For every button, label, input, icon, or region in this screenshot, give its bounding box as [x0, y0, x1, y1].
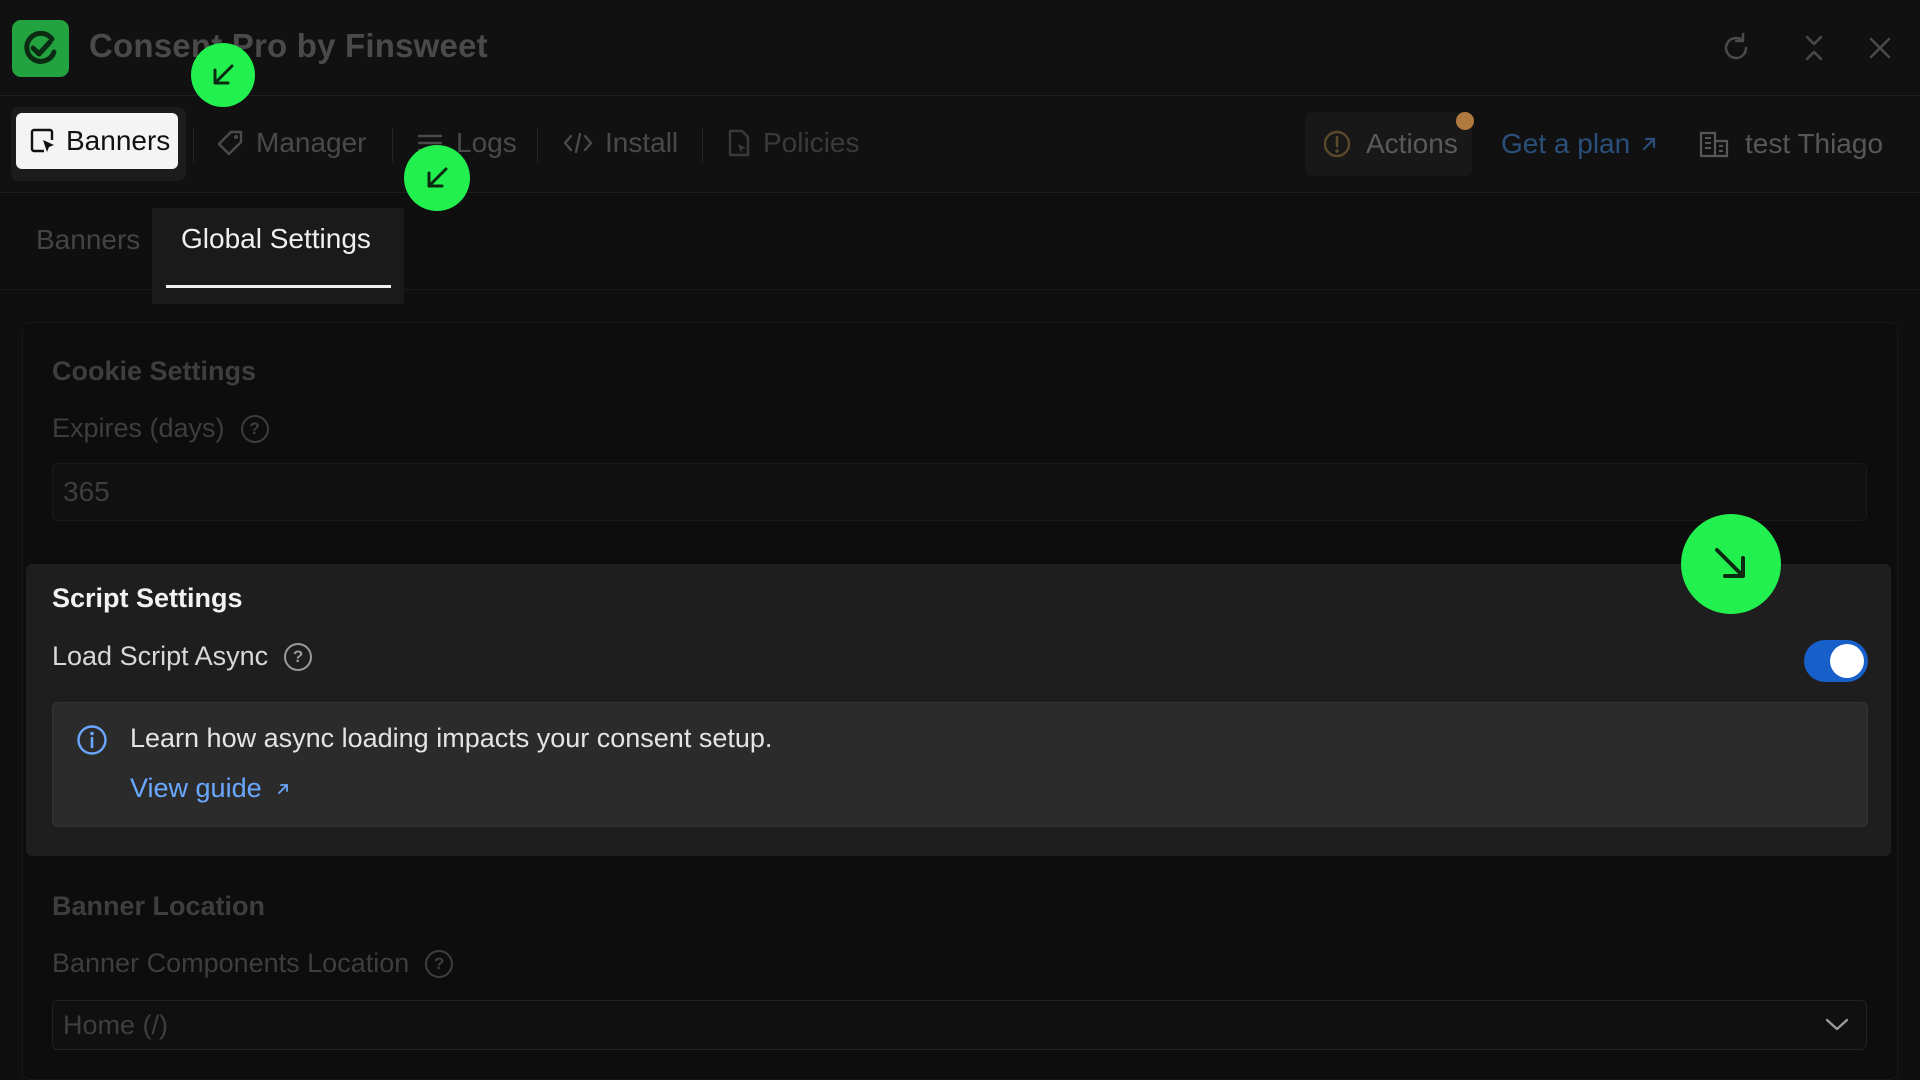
- tab-global-settings[interactable]: Global Settings: [152, 208, 404, 304]
- toggle-knob: [1830, 644, 1864, 678]
- main-nav: Banners Manager Logs Install Policies Ac…: [0, 96, 1920, 193]
- help-icon[interactable]: ?: [240, 414, 269, 443]
- location-select[interactable]: Home (/): [52, 1000, 1867, 1050]
- async-info-box: Learn how async loading impacts your con…: [52, 702, 1868, 827]
- active-tab-indicator: [166, 285, 391, 288]
- refresh-icon[interactable]: [1718, 30, 1754, 66]
- tab-banners[interactable]: Banners: [36, 224, 140, 256]
- code-icon: [563, 132, 593, 154]
- expires-value: 365: [63, 476, 110, 507]
- help-icon[interactable]: ?: [425, 949, 454, 978]
- external-arrow-icon: [1643, 137, 1656, 151]
- script-settings-title: Script Settings: [52, 583, 243, 613]
- chevron-down-icon: [1825, 1018, 1849, 1031]
- document-icon: [728, 129, 750, 157]
- expires-label-text: Expires (days): [52, 413, 225, 443]
- expires-input[interactable]: 365: [52, 463, 1867, 521]
- nav-item-banners[interactable]: Banners: [11, 107, 186, 181]
- nav-item-policies[interactable]: Policies: [727, 108, 859, 178]
- nav-item-manager[interactable]: Manager: [216, 108, 367, 178]
- nav-divider: [537, 128, 538, 162]
- notification-dot: [1456, 112, 1474, 130]
- app-logo: [12, 20, 69, 77]
- close-icon[interactable]: [1862, 30, 1898, 66]
- tag-icon: [217, 130, 243, 156]
- location-selected-value: Home (/): [63, 1010, 169, 1040]
- nav-label-logs: Logs: [456, 127, 517, 158]
- actions-button[interactable]: Actions: [1305, 112, 1472, 176]
- get-plan-link[interactable]: Get a plan: [1501, 126, 1658, 162]
- info-icon: [77, 725, 107, 755]
- cookie-settings-title: Cookie Settings: [52, 356, 257, 386]
- building-icon: [1699, 131, 1729, 158]
- alert-icon: [1323, 130, 1351, 158]
- tab-global-settings-label: Global Settings: [181, 223, 371, 254]
- expires-label: Expires (days) ?: [52, 413, 269, 444]
- cursor-marker-arrow-down-right-icon: [1681, 514, 1781, 614]
- banner-location-title: Banner Location: [52, 891, 266, 921]
- external-arrow-icon: [277, 783, 288, 794]
- nav-label-install: Install: [605, 127, 679, 158]
- info-text: Learn how async loading impacts your con…: [130, 723, 773, 753]
- title-bar: Consent Pro by Finsweet: [0, 0, 1920, 96]
- nav-divider: [392, 128, 393, 162]
- nav-item-install[interactable]: Install: [563, 108, 678, 178]
- script-settings-card: Script Settings Load Script Async ? Lear…: [26, 564, 1891, 856]
- view-guide-label: View guide: [130, 773, 262, 803]
- banner-icon: [30, 128, 54, 153]
- site-selector[interactable]: test Thiago: [1699, 126, 1883, 162]
- load-async-toggle[interactable]: [1804, 640, 1868, 682]
- components-location-label: Banner Components Location ?: [52, 948, 454, 979]
- get-plan-label: Get a plan: [1501, 128, 1631, 159]
- nav-label-policies: Policies: [763, 127, 860, 158]
- collapse-icon[interactable]: [1796, 30, 1832, 66]
- nav-label-banners: Banners: [66, 125, 171, 156]
- actions-label: Actions: [1366, 128, 1458, 159]
- cursor-marker-arrow-down-left-icon: [404, 145, 470, 211]
- load-async-label: Load Script Async ?: [52, 641, 313, 672]
- sub-tabs: Banners Global Settings: [0, 194, 1920, 304]
- nav-label-manager: Manager: [256, 127, 367, 158]
- site-label: test Thiago: [1745, 128, 1884, 159]
- view-guide-link[interactable]: View guide: [130, 773, 290, 804]
- nav-divider: [702, 128, 703, 162]
- components-location-label-text: Banner Components Location: [52, 948, 410, 978]
- cursor-marker-arrow-down-left-icon: [191, 43, 255, 107]
- check-logo-icon: [24, 30, 57, 64]
- nav-divider: [193, 128, 194, 162]
- app-title: Consent Pro by Finsweet: [89, 27, 488, 64]
- load-async-label-text: Load Script Async: [52, 641, 269, 671]
- help-icon[interactable]: ?: [284, 642, 313, 671]
